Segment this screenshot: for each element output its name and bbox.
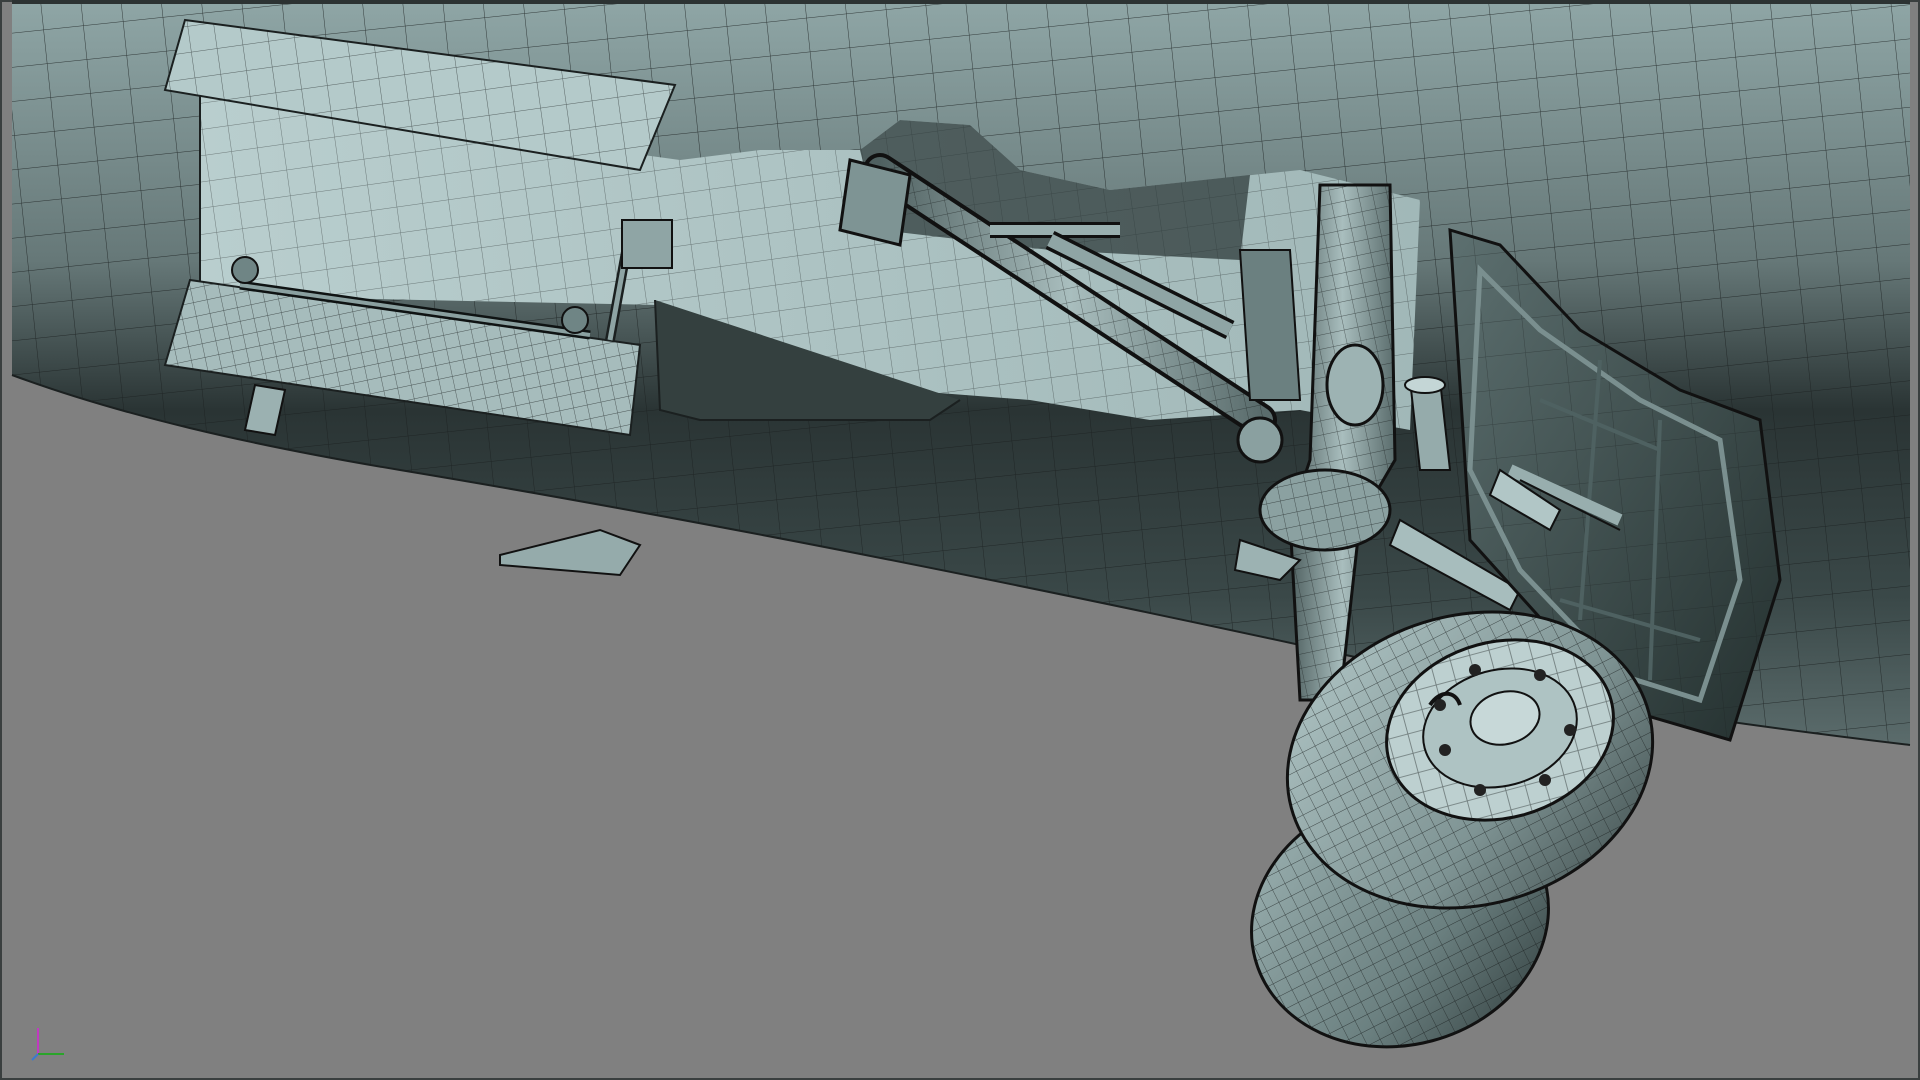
antenna-blade <box>499 528 642 577</box>
3d-viewport[interactable] <box>0 0 1920 1080</box>
viewport-scene[interactable] <box>0 0 1920 1080</box>
axis-gizmo-icon <box>31 1028 64 1061</box>
